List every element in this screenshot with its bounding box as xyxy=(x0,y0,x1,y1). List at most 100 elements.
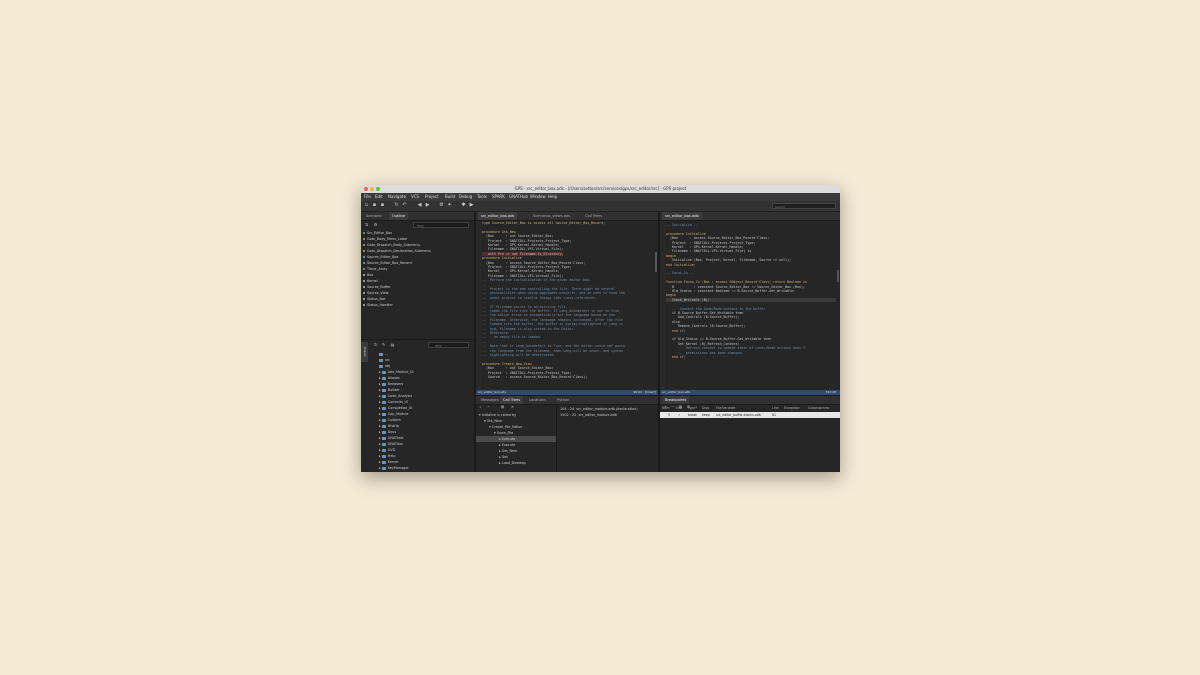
column-header[interactable]: Disp xyxy=(702,405,709,411)
clear-icon[interactable]: ▤ xyxy=(500,405,505,410)
breakpoint-number: 3 xyxy=(668,413,671,417)
tab-src-editor-box-adb[interactable]: src_editor_box.adb xyxy=(662,212,702,220)
field-icon xyxy=(363,280,365,282)
menu-help[interactable]: Help xyxy=(548,193,557,201)
global-search-input[interactable]: Search xyxy=(772,203,836,209)
code-line: type Source_Editor_Box is access all Sou… xyxy=(482,221,606,225)
code-line: -- an empty file is loaded. xyxy=(482,335,542,340)
folder-icon xyxy=(381,376,386,380)
tree-item-selected[interactable]: ▸ Execute xyxy=(476,436,556,442)
tree-item[interactable]: ▸ Load_Desktop xyxy=(499,460,526,466)
editor-gutter xyxy=(660,221,665,389)
column-header[interactable]: Num xyxy=(662,405,670,411)
edit-project-icon[interactable]: ✎ xyxy=(381,342,386,347)
menu-project[interactable]: Project xyxy=(425,193,439,201)
menu-vcs[interactable]: VCS xyxy=(411,193,419,201)
outline-tabs: Scenario Outline xyxy=(361,212,474,221)
forward-icon[interactable]: ▶ xyxy=(425,203,430,208)
constant-icon xyxy=(363,250,365,252)
call-trees-panel: Messages Call Trees Locations Python ⌕ −… xyxy=(476,396,658,472)
folder-icon xyxy=(381,466,386,470)
clean-icon[interactable]: ✦ xyxy=(447,203,452,208)
reload-project-icon[interactable]: ↻ xyxy=(373,342,378,347)
project-filter-input[interactable]: Filter xyxy=(428,342,469,348)
editor-scrollbar[interactable] xyxy=(837,270,839,282)
table-row[interactable]: 1502 : 22 src_editor_module.adb xyxy=(560,412,617,418)
tab-locations[interactable]: Locations xyxy=(526,396,549,404)
folder-icon xyxy=(381,418,386,422)
new-file-icon[interactable]: ▫ xyxy=(364,203,369,208)
settings-icon[interactable]: ⚙ xyxy=(373,222,378,227)
field-icon xyxy=(363,292,365,294)
refresh-icon[interactable]: ↻ xyxy=(394,203,399,208)
code-line: end if; xyxy=(666,355,686,359)
save-icon[interactable]: ▪ xyxy=(380,203,385,208)
remove-icon[interactable]: ✕ xyxy=(510,405,515,410)
editor-scrollbar[interactable] xyxy=(655,252,657,272)
code-line: -- exact project to resolve things like … xyxy=(482,295,598,300)
vertical-splitter[interactable] xyxy=(556,405,557,472)
tab-call-trees[interactable]: Call Trees xyxy=(582,212,605,220)
column-header[interactable]: Subprograms xyxy=(808,405,829,411)
menu-build[interactable]: Build xyxy=(445,193,455,201)
menu-edit[interactable]: Edit xyxy=(375,193,383,201)
type-icon xyxy=(363,256,365,258)
breakpoint-row[interactable]: 3 ✓ break keep src_editor_buffer-blocks.… xyxy=(660,412,840,418)
field-icon xyxy=(363,298,365,300)
tab-python[interactable]: Python xyxy=(554,396,572,404)
build-icon[interactable]: ⚙ xyxy=(439,203,444,208)
collapse-icon[interactable]: ▤ xyxy=(390,342,395,347)
tab-breakpoints[interactable]: Breakpoints xyxy=(662,396,690,404)
tab-outline[interactable]: Outline xyxy=(389,212,409,220)
breakpoint-disp: keep xyxy=(702,413,710,417)
code-line-current: Check_Writable (B); xyxy=(666,297,836,303)
folder-icon xyxy=(381,400,386,404)
folder-icon xyxy=(381,388,386,392)
project-side-label[interactable]: Project xyxy=(361,342,368,362)
collapse-all-icon[interactable]: − xyxy=(486,405,491,410)
column-header[interactable]: File/Variable xyxy=(716,405,735,411)
outline-filter-input[interactable]: Filter xyxy=(413,222,469,228)
filter-icon[interactable]: ⌕ xyxy=(478,405,483,410)
code-line: -- Perform the initialization of the giv… xyxy=(482,278,592,283)
folder-icon xyxy=(379,358,383,362)
tab-messages[interactable]: Messages xyxy=(478,396,502,404)
folder-icon xyxy=(379,364,383,368)
type-icon xyxy=(363,262,365,264)
menu-bar: File Edit Navigate VCS Project Build Deb… xyxy=(361,193,840,201)
secondary-editor-panel: src_editor_box.adb -- Initialize -- proc… xyxy=(660,212,840,395)
run-icon[interactable]: ▶ xyxy=(469,203,474,208)
gps-window: GPS - src_editor_box.ads - [/Users/setto… xyxy=(361,185,840,472)
outline-item[interactable]: Status_Handler xyxy=(363,302,393,308)
status-filename: src_editor_box.ads xyxy=(478,390,506,394)
menu-file[interactable]: File xyxy=(364,193,371,201)
menu-tools[interactable]: Tools xyxy=(477,193,487,201)
open-folder-icon[interactable]: ▪ xyxy=(372,203,377,208)
tab-src-editor-box-ads[interactable]: src_editor_box.ads xyxy=(478,212,518,220)
call-trees-toolbar: ⌕ − ▤ ✕ xyxy=(476,405,556,411)
column-header[interactable]: Enb xyxy=(676,405,682,411)
breakpoint-type: break xyxy=(688,413,698,417)
column-header[interactable]: Type xyxy=(688,405,695,411)
tab-scenarios-views[interactable]: Scenarios_views.ads xyxy=(530,212,573,220)
tree-item[interactable]: ▸ KeyManager xyxy=(379,465,409,471)
tab-scenario[interactable]: Scenario xyxy=(363,212,385,220)
back-icon[interactable]: ◀ xyxy=(417,203,422,208)
field-icon xyxy=(363,304,365,306)
menu-gnathub[interactable]: GNATHub xyxy=(509,193,528,201)
menu-window[interactable]: Window xyxy=(530,193,546,201)
breakpoints-panel: Breakpoints + − ▤ ⚙ ⌕ Num Enb Type Disp … xyxy=(660,396,840,472)
menu-spark[interactable]: SPARK xyxy=(492,193,505,201)
column-header[interactable]: Line xyxy=(772,405,779,411)
breakpoint-enabled-checkbox[interactable]: ✓ xyxy=(678,412,681,418)
folder-icon xyxy=(381,406,386,410)
sort-icon[interactable]: ⇅ xyxy=(364,222,369,227)
breakpoint-file: src_editor_buffer-blocks.adb xyxy=(716,413,761,417)
undo-icon[interactable]: ↶ xyxy=(402,203,407,208)
debug-icon[interactable]: ✱ xyxy=(461,203,466,208)
tab-call-trees[interactable]: Call Trees xyxy=(500,396,524,404)
menu-debug[interactable]: Debug xyxy=(459,193,472,201)
folder-icon xyxy=(381,382,386,386)
column-header[interactable]: Exception xyxy=(784,405,800,411)
menu-navigate[interactable]: Navigate xyxy=(388,193,406,201)
